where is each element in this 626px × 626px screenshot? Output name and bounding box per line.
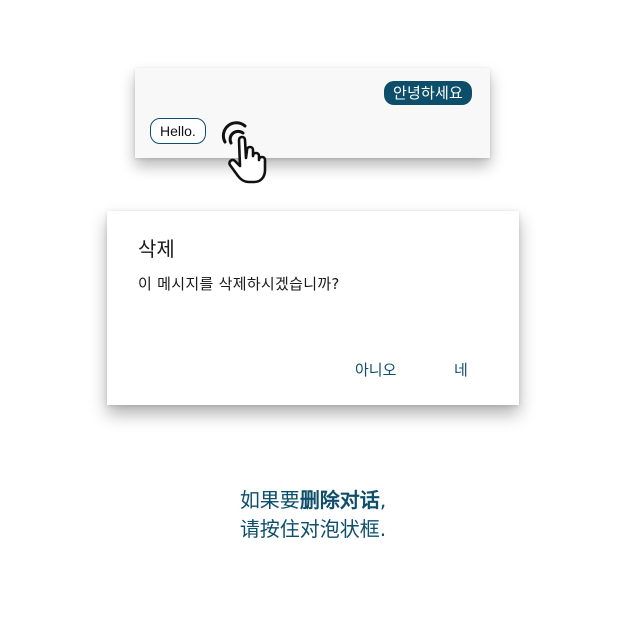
chat-preview-card: 안녕하세요 Hello. <box>135 68 490 184</box>
dialog-message: 이 메시지를 삭제하시겠습니까? <box>138 275 340 293</box>
no-button[interactable]: 아니오 <box>351 357 400 382</box>
yes-button[interactable]: 네 <box>450 357 472 382</box>
delete-dialog: 삭제 이 메시지를 삭제하시겠습니까? 아니오 네 <box>107 211 519 405</box>
caption-prefix: 如果要 <box>239 488 300 512</box>
sent-message-bubble[interactable]: 안녕하세요 <box>383 81 472 105</box>
caption-emphasis: 删除对话 <box>299 488 380 512</box>
received-message-bubble[interactable]: Hello. <box>150 118 206 144</box>
dialog-title: 삭제 <box>138 237 175 261</box>
caption-suffix: , <box>379 488 387 512</box>
caption-line-2: 请按住对泡状框. <box>239 517 387 541</box>
instruction-caption: 如果要删除对话, 请按住对泡状框. <box>0 486 626 544</box>
hand-tap-icon <box>221 121 267 184</box>
caption-line-1: 如果要删除对话, <box>0 486 626 515</box>
